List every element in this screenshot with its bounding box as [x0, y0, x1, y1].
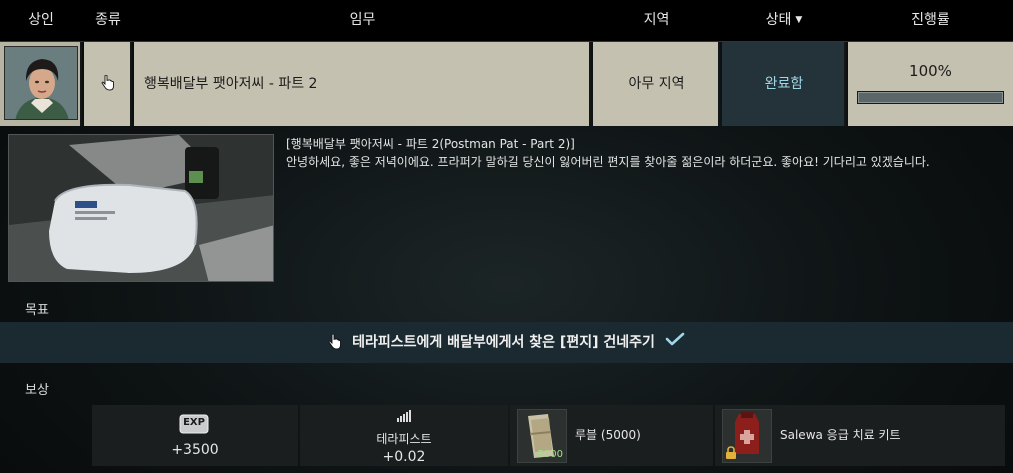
- trader-cell: [0, 42, 82, 126]
- col-status[interactable]: 상태 ▼: [722, 0, 846, 42]
- hand-pointer-icon: [328, 323, 342, 364]
- exp-badge-label: EXP: [183, 417, 205, 428]
- quest-table-header: 상인 종류 임무 지역 상태 ▼ 진행률: [0, 0, 1013, 42]
- rubles-item-icon: 5000: [517, 409, 567, 463]
- check-icon: [665, 322, 685, 363]
- col-status-label: 상태: [765, 12, 792, 28]
- quest-row[interactable]: 행복배달부 팻아저씨 - 파트 2 아무 지역 완료함 100%: [0, 42, 1013, 126]
- trader-avatar: [4, 46, 78, 120]
- status-cell: 완료함: [722, 42, 846, 126]
- col-progress[interactable]: 진행률: [848, 0, 1013, 42]
- chevron-down-icon: ▼: [795, 15, 803, 25]
- progress-bar: [857, 91, 1004, 104]
- col-trader[interactable]: 상인: [0, 0, 82, 42]
- reputation-trader: 테라피스트: [376, 432, 432, 446]
- col-type[interactable]: 종류: [84, 0, 132, 42]
- quest-location: 아무 지역: [628, 76, 685, 92]
- location-cell: 아무 지역: [593, 42, 720, 126]
- lock-icon: [726, 446, 736, 459]
- rewards-heading: 보상: [25, 383, 49, 398]
- reward-rubles[interactable]: 5000 루블 (5000): [510, 405, 713, 466]
- rubles-label: 루블 (5000): [575, 428, 641, 442]
- objectives-heading: 목표: [25, 303, 49, 318]
- hand-pointer-icon: [101, 75, 114, 91]
- quest-name-cell: 행복배달부 팻아저씨 - 파트 2: [134, 42, 591, 126]
- progress-bar-fill: [858, 92, 1003, 103]
- quest-name: 행복배달부 팻아저씨 - 파트 2: [144, 76, 318, 92]
- progress-cell: 100%: [848, 42, 1013, 126]
- objective-text: 테라피스트에게 배달부에게서 찾은 [편지] 건네주기: [352, 334, 655, 351]
- reward-medkit[interactable]: Salewa 응급 치료 키트: [715, 405, 1005, 466]
- objective-item[interactable]: 테라피스트에게 배달부에게서 찾은 [편지] 건네주기: [0, 322, 1013, 363]
- col-location[interactable]: 지역: [593, 0, 720, 42]
- rubles-stack-count: 5000: [537, 449, 563, 460]
- quest-image: [8, 134, 274, 282]
- quest-description-title: [행복배달부 팻아저씨 - 파트 2(Postman Pat - Part 2)…: [286, 137, 575, 151]
- type-cell: [84, 42, 132, 126]
- progress-percent: 100%: [909, 62, 952, 80]
- reward-reputation: 테라피스트 +0.02: [300, 405, 508, 466]
- medkit-item-icon: [722, 409, 772, 463]
- reputation-value: +0.02: [382, 449, 426, 465]
- reward-exp: EXP +3500: [92, 405, 298, 466]
- medkit-label: Salewa 응급 치료 키트: [780, 428, 901, 442]
- col-task[interactable]: 임무: [134, 0, 591, 42]
- exp-value: +3500: [171, 442, 219, 458]
- quest-description-body: 안녕하세요, 좋은 저녁이에요. 프라퍼가 말하길 당신이 잃어버린 편지를 찾…: [286, 155, 930, 169]
- status-badge: 완료함: [764, 76, 804, 92]
- reputation-bars-icon: [397, 410, 411, 422]
